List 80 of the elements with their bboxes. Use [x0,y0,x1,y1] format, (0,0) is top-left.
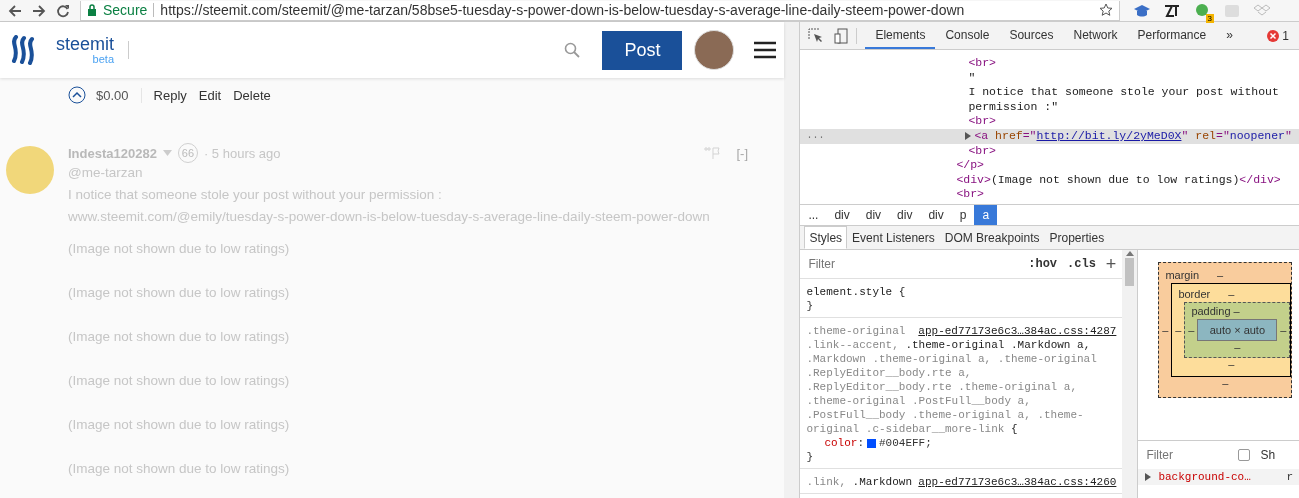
selector-text: .Markdown .theme-original a, .theme-original [806,352,1097,366]
selector-text: { [1011,422,1018,436]
devtools-tab[interactable]: Console [935,22,1000,49]
selector-text: .Markdown [852,475,912,489]
selector-text: original .c-sidebar__more-link [806,422,1006,436]
box-value: – [1228,288,1235,302]
computed-property-name: background-co… [1158,471,1251,483]
dom-line[interactable]: </p> [800,158,1299,173]
breadcrumb[interactable]: div [826,205,858,225]
selector-text: .ReplyEditor__body.rte a, [806,366,972,380]
add-rule-button[interactable]: + [1105,253,1117,275]
panel-tab[interactable]: Properties [1044,226,1110,249]
breadcrumb[interactable]: a [974,205,998,225]
box-value: – [1221,377,1230,391]
box-label: border [1178,288,1211,302]
dom-line[interactable]: <div>(Image not shown due to low ratings)</div> [800,172,1299,188]
selector-text: .theme-original [806,324,906,338]
selector-text: .link, [806,475,847,489]
comment-action-link[interactable]: Delete [233,87,271,103]
property-value: #004EFF; [879,436,932,450]
property-name: color [824,436,858,450]
row-marker: ... [805,128,826,143]
panel-tab[interactable]: Styles [804,226,848,249]
box-value: – [1174,324,1183,336]
comment-action-link[interactable]: Reply [153,87,187,103]
extension-badge: 3 [1205,13,1214,23]
devtools-tab[interactable]: Elements [865,22,936,49]
devtools-tab[interactable]: Network [1063,22,1128,49]
box-label: padding – [1191,305,1240,319]
computed-filter-field[interactable]: Filter [1144,447,1229,463]
payout-amount: $0.00 [96,87,142,103]
breadcrumb[interactable]: p [951,205,975,225]
dom-line[interactable]: I notice that someone stole your post without [800,85,1299,100]
devtools-tab[interactable]: Performance [1127,22,1217,49]
error-count: 1 [1282,28,1289,43]
panel-tab[interactable]: Event Listeners [847,226,940,249]
breadcrumb[interactable]: div [857,205,890,225]
closing-brace: } [806,299,814,313]
dom-line[interactable]: <br> [800,114,1299,129]
box-value: – [1279,324,1288,336]
style-toggle[interactable]: .cls [1067,257,1096,271]
box-value: – [1161,324,1170,336]
panel-tab[interactable]: DOM Breakpoints [939,226,1045,249]
box-value: – [1217,269,1224,283]
checkbox-label: Sh [1260,448,1276,462]
dom-line[interactable]: <br> [800,187,1299,202]
selector-text: .theme-original .Markdown a, [905,338,1091,352]
logo-text[interactable]: steemit [56,35,115,53]
devtools-tab[interactable]: Sources [999,22,1064,49]
box-label: margin [1165,269,1199,283]
dom-line[interactable]: " [800,70,1299,86]
box-value: – [1233,341,1242,355]
dom-line[interactable]: <br> [800,143,1299,159]
filter-field[interactable]: Filter [806,256,1019,272]
computed-property-value: r [1286,471,1293,483]
style-toggle[interactable]: :hov [1028,257,1058,271]
selector-text: .link--accent, [806,338,900,352]
dom-line[interactable]: <br> [800,56,1299,71]
dom-line[interactable]: permission :" [800,99,1299,115]
breadcrumb[interactable]: div [920,205,952,225]
selector-text: .PostFull__body .theme-original a, .theme- [806,408,1084,422]
box-value: – [1227,358,1236,372]
selector-text: .theme-original .PostFull__body a, [806,394,1031,408]
url-text: https://steemit.com/steemit/@me-tarzan/58bse5-tuesday-s-power-down-is-below-tuesday-s-average-line-daily-steem-power-down [160,2,965,18]
selector-text: element.style { [806,285,906,299]
closing-brace: } [806,450,814,464]
post-button[interactable]: Post [602,30,683,70]
more-tabs-button[interactable]: » [1216,22,1243,49]
secure-label: Secure [103,2,148,18]
colon: : [857,436,864,450]
content-box: auto × auto [1197,319,1278,341]
selector-text: .ReplyEditor__body.rte .theme-original a, [806,380,1078,394]
address-bar[interactable]: Secure https://steemit.com/steemit/@me-tarzan/58bse5-tuesday-s-power-down-is-below-tuesday-s-average-line-daily-steem-power-down [80,0,1120,21]
source-link[interactable]: app-ed77173e6c3…384ac.css:4287 [918,324,1117,338]
comment-action-link[interactable]: Edit [198,87,222,103]
box-value: – [1187,324,1196,336]
breadcrumb[interactable]: div [889,205,921,225]
beta-label: beta [92,54,115,65]
breadcrumb[interactable]: ... [800,205,827,225]
source-link[interactable]: app-ed77173e6c3…384ac.css:4260 [918,475,1117,489]
